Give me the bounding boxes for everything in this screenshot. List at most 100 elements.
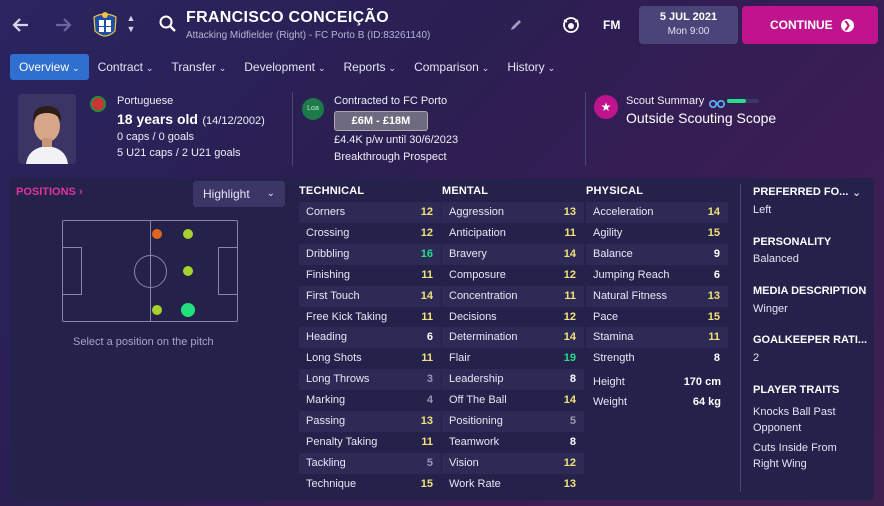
attribute-row[interactable]: Positioning 5 xyxy=(442,411,584,432)
attribute-name: Positioning xyxy=(449,415,503,427)
attribute-row[interactable]: Heading 6 xyxy=(299,327,441,349)
attribute-name: Decisions xyxy=(449,310,497,323)
fm-menu-button[interactable]: FM xyxy=(603,18,620,32)
attribute-name: Technique xyxy=(306,477,357,490)
attribute-value: 8 xyxy=(569,373,576,386)
continue-button[interactable]: CONTINUE ❯ xyxy=(742,6,878,44)
player-age: 18 years old xyxy=(117,111,198,127)
attribute-row[interactable]: First Touch 14 xyxy=(299,285,441,307)
attribute-row[interactable]: Leadership 8 xyxy=(442,369,584,391)
attribute-row[interactable]: Crossing 12 xyxy=(299,223,441,244)
attribute-value: 12 xyxy=(420,226,433,239)
search-button[interactable] xyxy=(158,14,178,34)
attribute-name: Vision xyxy=(449,456,479,469)
attribute-row[interactable]: Long Shots 11 xyxy=(299,348,441,369)
attribute-value: 3 xyxy=(426,373,433,386)
status: Breakthrough Prospect xyxy=(334,151,447,163)
attribute-name: Long Shots xyxy=(306,352,362,365)
attribute-row[interactable]: Agility 15 xyxy=(586,223,728,244)
attribute-row[interactable]: Balance 9 xyxy=(586,243,728,265)
left-penalty-box xyxy=(62,247,82,295)
attribute-name: Aggression xyxy=(449,206,505,218)
tab-transfer[interactable]: Transfer ⌄ xyxy=(162,54,235,80)
attribute-row[interactable]: Free Kick Taking 11 xyxy=(299,307,441,328)
highlight-dropdown[interactable]: Highlight ⌄ xyxy=(193,181,285,207)
tab-reports[interactable]: Reports ⌄ xyxy=(335,54,406,80)
attribute-row[interactable]: Penalty Taking 11 xyxy=(299,432,441,453)
attribute-row[interactable]: Aggression 13 xyxy=(442,202,584,223)
attribute-row[interactable]: Composure 12 xyxy=(442,265,584,286)
attribute-row[interactable]: Determination 14 xyxy=(442,327,584,349)
tab-label: Contract xyxy=(97,60,143,74)
chevron-down-icon[interactable]: ⌄ xyxy=(852,186,861,199)
attribute-row[interactable]: Teamwork 8 xyxy=(442,432,584,453)
attribute-row[interactable]: Jumping Reach 6 xyxy=(586,265,728,286)
personality-title: PERSONALITY xyxy=(753,236,832,248)
position-dot-ml[interactable] xyxy=(152,229,162,239)
attribute-name: Crossing xyxy=(306,226,350,239)
fc-porto-crest-icon xyxy=(93,12,117,37)
attribute-row[interactable]: Bravery 14 xyxy=(442,243,584,265)
attribute-row[interactable]: Vision 12 xyxy=(442,452,584,474)
player-traits-title: PLAYER TRAITS xyxy=(753,384,840,396)
arrow-left-icon xyxy=(12,18,28,32)
attribute-row[interactable]: Flair 19 xyxy=(442,348,584,369)
attribute-row[interactable]: Work Rate 13 xyxy=(442,474,584,495)
arrow-right-icon xyxy=(56,18,72,32)
attribute-row[interactable]: Corners 12 xyxy=(299,202,441,223)
attribute-name: First Touch xyxy=(306,289,360,302)
attribute-row[interactable]: Concentration 11 xyxy=(442,285,584,307)
attribute-row[interactable]: Natural Fitness 13 xyxy=(586,285,728,307)
attribute-value: 9 xyxy=(713,247,720,260)
preferred-foot: Left xyxy=(753,204,772,216)
attribute-row[interactable]: Marking 4 xyxy=(299,390,441,411)
position-dot-amr[interactable] xyxy=(181,303,195,317)
club-crest[interactable] xyxy=(90,7,120,43)
attribute-value: 14 xyxy=(563,394,576,407)
positions-link[interactable]: POSITIONS › xyxy=(16,186,83,198)
tab-development[interactable]: Development ⌄ xyxy=(235,54,334,80)
position-dot-mc[interactable] xyxy=(152,305,162,315)
player-switcher[interactable]: ▲ ▼ xyxy=(125,13,137,39)
highlight-label: Highlight xyxy=(203,187,250,201)
tab-history[interactable]: History ⌄ xyxy=(498,54,564,80)
current-time: Mon 9:00 xyxy=(667,26,710,37)
attribute-row[interactable]: Pace 15 xyxy=(586,307,728,328)
attribute-row[interactable]: Passing 13 xyxy=(299,411,441,432)
attribute-row[interactable]: Acceleration 14 xyxy=(586,202,728,223)
back-button[interactable] xyxy=(10,12,32,38)
loan-badge: Loa xyxy=(302,98,324,120)
tab-comparison[interactable]: Comparison ⌄ xyxy=(405,54,498,80)
tab-contract[interactable]: Contract ⌄ xyxy=(89,54,163,80)
attribute-row[interactable]: Off The Ball 14 xyxy=(442,390,584,411)
technical-heading: TECHNICAL xyxy=(299,185,365,197)
date-box[interactable]: 5 JUL 2021 Mon 9:00 xyxy=(639,6,738,44)
tab-overview[interactable]: Overview ⌄ xyxy=(10,54,89,80)
position-pitch[interactable] xyxy=(62,220,238,322)
edit-button[interactable] xyxy=(509,18,523,32)
position-dot-amc[interactable] xyxy=(183,266,193,276)
attribute-row[interactable]: Stamina 11 xyxy=(586,327,728,349)
attribute-name: Bravery xyxy=(449,247,487,260)
forward-button[interactable] xyxy=(52,12,74,38)
attribute-value: 6 xyxy=(713,268,720,281)
bug-report-button[interactable] xyxy=(561,15,581,35)
attribute-value: 12 xyxy=(563,310,576,323)
attribute-value: 15 xyxy=(420,477,433,490)
attribute-row[interactable]: Technique 15 xyxy=(299,474,441,495)
attribute-row[interactable]: Dribbling 16 xyxy=(299,243,441,265)
chevron-right-icon: ❯ xyxy=(840,19,854,32)
attribute-row[interactable]: Finishing 11 xyxy=(299,265,441,286)
position-dot-aml[interactable] xyxy=(183,229,193,239)
attribute-row[interactable]: Anticipation 11 xyxy=(442,223,584,244)
attribute-name: Flair xyxy=(449,352,471,365)
media-description-title: MEDIA DESCRIPTION xyxy=(753,285,867,297)
attribute-row[interactable]: Tackling 5 xyxy=(299,452,441,474)
attribute-value: 13 xyxy=(707,289,720,302)
value-range[interactable]: £6M - £18M xyxy=(334,111,428,131)
attribute-row[interactable]: Decisions 12 xyxy=(442,307,584,328)
attribute-row[interactable]: Strength 8 xyxy=(586,348,728,369)
attribute-name: Leadership xyxy=(449,373,504,386)
attribute-row[interactable]: Long Throws 3 xyxy=(299,369,441,391)
attribute-value: 12 xyxy=(563,268,576,281)
